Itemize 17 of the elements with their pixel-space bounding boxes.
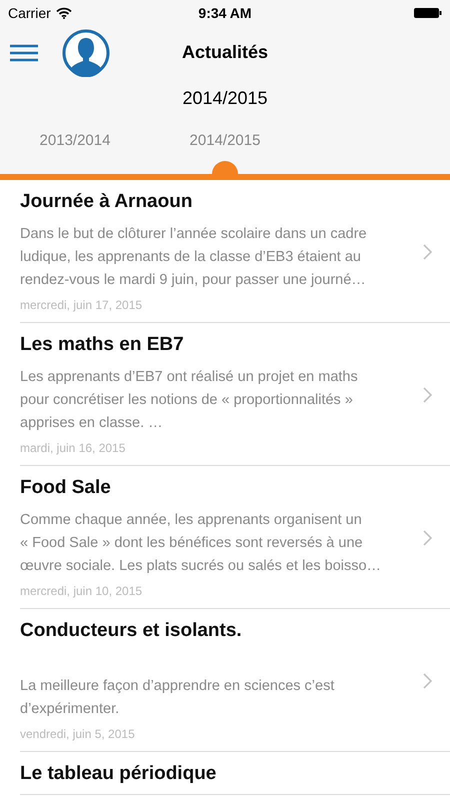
news-summary: Comme chaque année, les apprenants organisent un « Food Sale » dont les bénéfices sont reversés à une œuvre sociale. Les plats sucrés ou salés et les boisso… — [20, 511, 382, 576]
news-title[interactable]: Conducteurs et isolants. — [20, 619, 419, 643]
news-summary: Les apprenants d’EB7 ont réalisé un projet en maths pour concrétiser les notions de « proportionnalités » apprises en classe. … — [20, 368, 359, 433]
news-date: mercredi, juin 17, 2015 — [20, 298, 142, 312]
clock-time: 9:34 AM — [198, 4, 252, 20]
news-date: mardi, juin 16, 2015 — [20, 441, 126, 455]
year-heading: 2014/2015 — [182, 88, 268, 108]
news-summary: Dans le but de clôturer l’année scolaire dans un cadre ludique, les apprenants de la classe d’EB3 étaient au rendez-vous le mardi 9 juin, pour passer une journé… — [20, 225, 368, 290]
screen-title: Actualités — [182, 42, 268, 63]
carrier-label: Carrier — [8, 4, 51, 20]
news-date: vendredi, juin 5, 2015 — [20, 727, 135, 741]
news-title[interactable]: Le tableau périodique — [20, 762, 450, 786]
news-date: mercredi, juin 10, 2015 — [20, 584, 142, 598]
news-title[interactable]: Journée à Arnaoun — [20, 190, 419, 214]
news-title[interactable]: Food Sale — [20, 476, 419, 500]
news-summary: La meilleure façon d’apprendre en sciences c’est d’expérimenter. — [20, 677, 336, 719]
news-title[interactable]: Les maths en EB7 — [20, 333, 419, 357]
